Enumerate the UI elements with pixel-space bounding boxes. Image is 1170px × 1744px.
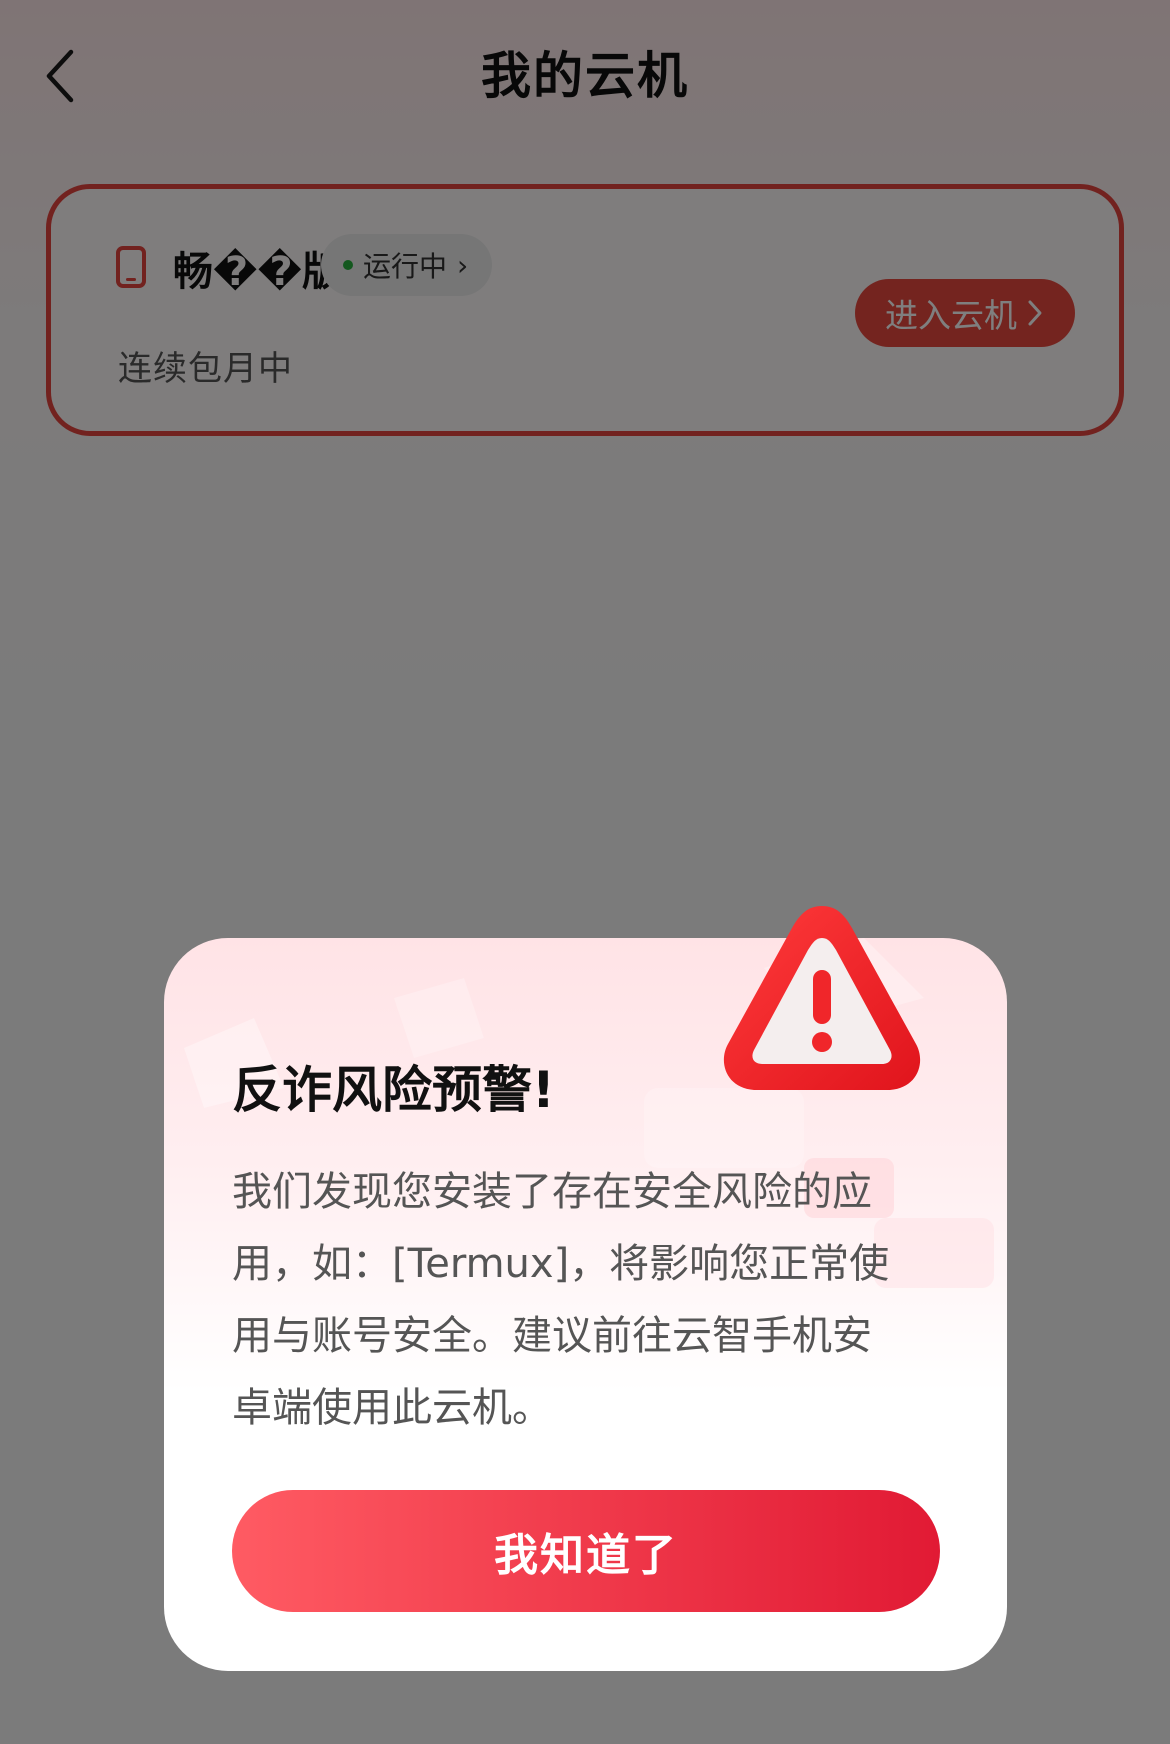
dialog-message: 我们发现您安装了存在安全风险的应 用，如：[Termux]，将影响您正常使 用与…	[232, 1156, 932, 1444]
dialog-message-line: 用，如：[Termux]，将影响您正常使	[232, 1241, 890, 1287]
warning-triangle-icon	[723, 906, 921, 1090]
acknowledge-button[interactable]: 我知道了	[232, 1490, 940, 1612]
acknowledge-label: 我知道了	[494, 1530, 678, 1581]
dialog-message-line: 卓端使用此云机。	[232, 1385, 552, 1431]
dialog-message-line: 我们发现您安装了存在安全风险的应	[232, 1169, 872, 1215]
dialog-message-line: 用与账号安全。建议前往云智手机安	[232, 1313, 872, 1359]
dialog-title: 反诈风险预警!	[232, 1061, 555, 1119]
